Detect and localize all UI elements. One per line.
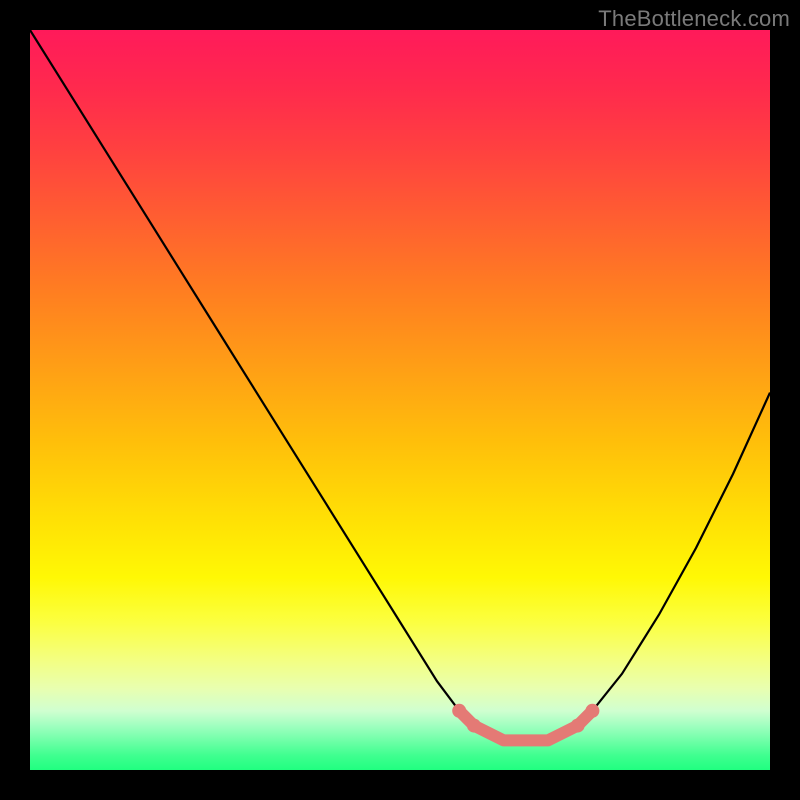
highlight-dot [585,704,599,718]
highlight-dot [571,719,585,733]
highlight-dot [452,704,466,718]
watermark-text: TheBottleneck.com [598,6,790,32]
chart-svg [30,30,770,770]
highlight-dot [467,719,481,733]
plot-area [30,30,770,770]
curve-path [30,30,770,740]
chart-stage: TheBottleneck.com [0,0,800,800]
